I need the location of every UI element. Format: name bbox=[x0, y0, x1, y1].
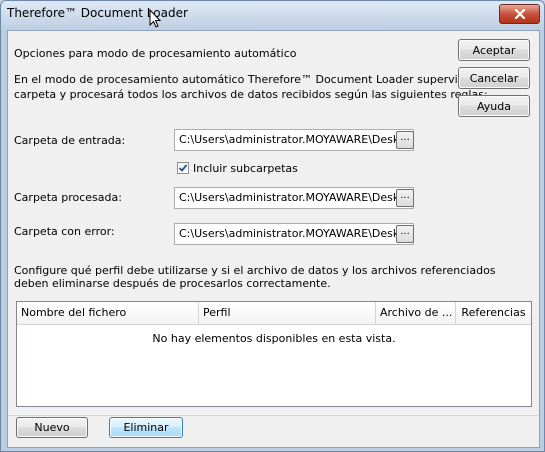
processed-folder-browse-button[interactable]: ... bbox=[396, 189, 414, 207]
column-header-filename[interactable]: Nombre del fichero bbox=[17, 302, 199, 324]
dialog-window: Therefore™ Document Loader Opciones para… bbox=[0, 0, 545, 452]
rules-list[interactable]: Nombre del fichero Perfil Archivo de ...… bbox=[16, 301, 532, 407]
new-button[interactable]: Nuevo bbox=[16, 417, 88, 438]
input-folder-field[interactable]: C:\Users\administrator.MOYAWARE\Desktop bbox=[174, 129, 414, 151]
help-button[interactable]: Ayuda bbox=[458, 95, 530, 117]
include-subfolders-label: Incluir subcarpetas bbox=[193, 162, 298, 175]
profile-note-line-1: Configure qué perfil debe utilizarse y s… bbox=[14, 264, 496, 277]
checkmark-icon bbox=[178, 164, 188, 172]
options-heading: Opciones para modo de procesamiento auto… bbox=[14, 47, 297, 60]
column-header-references[interactable]: Referencias bbox=[456, 302, 531, 324]
input-folder-browse-button[interactable]: ... bbox=[396, 131, 414, 149]
error-folder-browse-button[interactable]: ... bbox=[396, 225, 414, 243]
empty-list-message: No hay elementos disponibles en esta vis… bbox=[152, 332, 396, 345]
close-icon bbox=[514, 9, 525, 19]
processed-folder-label: Carpeta procesada: bbox=[14, 191, 122, 204]
cancel-button[interactable]: Cancelar bbox=[458, 67, 530, 89]
error-folder-label: Carpeta con error: bbox=[14, 225, 115, 238]
title-bar[interactable]: Therefore™ Document Loader bbox=[1, 1, 544, 29]
close-button[interactable] bbox=[499, 4, 540, 24]
error-folder-field[interactable]: C:\Users\administrator.MOYAWARE\Desktop bbox=[174, 223, 414, 245]
input-folder-label: Carpeta de entrada: bbox=[14, 134, 126, 147]
intro-line-2: carpeta y procesará todos los archivos d… bbox=[14, 88, 488, 101]
intro-line-1: En el modo de procesamiento automático T… bbox=[14, 73, 506, 86]
profile-note-line-2: deben eliminarse después de procesarlos … bbox=[14, 277, 331, 290]
list-header: Nombre del fichero Perfil Archivo de ...… bbox=[17, 302, 531, 325]
accept-button[interactable]: Aceptar bbox=[458, 39, 530, 61]
processed-folder-field[interactable]: C:\Users\administrator.MOYAWARE\Desktop bbox=[174, 187, 414, 209]
column-header-file[interactable]: Archivo de ... bbox=[376, 302, 456, 324]
dialog-content: Opciones para modo de procesamiento auto… bbox=[7, 30, 540, 448]
delete-button[interactable]: Eliminar bbox=[109, 417, 183, 438]
mouse-cursor-icon bbox=[149, 9, 161, 28]
column-header-profile[interactable]: Perfil bbox=[199, 302, 376, 324]
include-subfolders-checkbox[interactable] bbox=[177, 162, 189, 174]
footer-divider bbox=[8, 415, 539, 416]
